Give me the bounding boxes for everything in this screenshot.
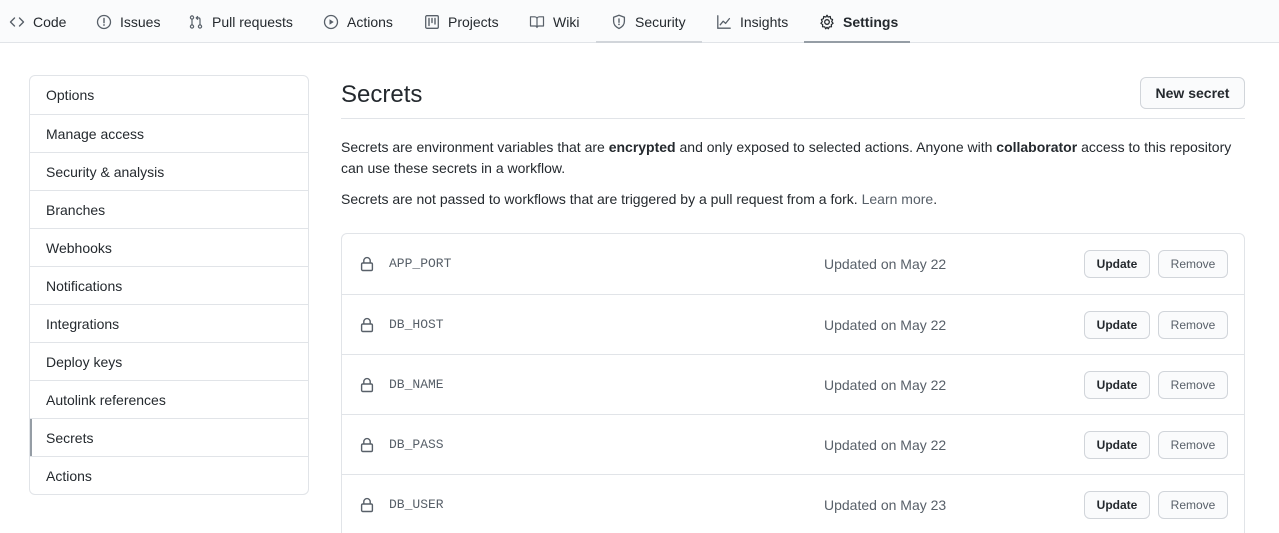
fork-note: Secrets are not passed to workflows that… bbox=[341, 189, 1251, 210]
sidebar-item-deploy-keys[interactable]: Deploy keys bbox=[30, 342, 308, 380]
tab-projects[interactable]: Projects bbox=[424, 0, 499, 43]
update-button[interactable]: Update bbox=[1084, 371, 1150, 399]
lock-icon bbox=[360, 437, 374, 453]
settings-tab-underline bbox=[804, 41, 910, 43]
sidebar-item-branches[interactable]: Branches bbox=[30, 190, 308, 228]
secrets-description: Secrets are environment variables that a… bbox=[341, 137, 1251, 179]
description-text-2: and only exposed to selected actions. An… bbox=[675, 139, 997, 155]
update-button[interactable]: Update bbox=[1084, 311, 1150, 339]
tab-projects-label: Projects bbox=[448, 13, 499, 30]
fork-note-text: Secrets are not passed to workflows that… bbox=[341, 191, 862, 207]
tab-actions[interactable]: Actions bbox=[323, 0, 393, 43]
lock-icon bbox=[360, 497, 374, 513]
update-button[interactable]: Update bbox=[1084, 491, 1150, 519]
git-pull-request-icon bbox=[188, 14, 204, 30]
description-encrypted: encrypted bbox=[608, 139, 676, 155]
tab-wiki-label: Wiki bbox=[553, 13, 580, 30]
gear-icon bbox=[819, 14, 835, 30]
project-icon bbox=[424, 14, 440, 30]
sidebar-item-webhooks[interactable]: Webhooks bbox=[30, 228, 308, 266]
remove-button[interactable]: Remove bbox=[1158, 311, 1228, 339]
secret-name: DB_USER bbox=[389, 497, 444, 512]
tab-wiki[interactable]: Wiki bbox=[529, 0, 579, 43]
tab-insights[interactable]: Insights bbox=[716, 0, 788, 43]
tab-insights-label: Insights bbox=[740, 13, 789, 30]
sidebar-item-options[interactable]: Options bbox=[30, 76, 308, 114]
secret-name: DB_HOST bbox=[389, 317, 444, 332]
security-tab-underline bbox=[596, 41, 702, 43]
tab-settings[interactable]: Settings bbox=[819, 0, 898, 43]
graph-icon bbox=[716, 14, 732, 30]
secret-updated: Updated on May 22 bbox=[824, 256, 947, 272]
secret-name: DB_NAME bbox=[389, 377, 444, 392]
tab-pull-requests[interactable]: Pull requests bbox=[188, 0, 293, 43]
secret-updated: Updated on May 22 bbox=[824, 317, 947, 333]
tab-settings-label: Settings bbox=[843, 13, 899, 30]
remove-button[interactable]: Remove bbox=[1158, 431, 1228, 459]
tab-issues-label: Issues bbox=[120, 13, 161, 30]
secret-row: DB_HOST Updated on May 22 Update Remove bbox=[342, 294, 1244, 354]
update-button[interactable]: Update bbox=[1084, 431, 1150, 459]
secret-updated: Updated on May 23 bbox=[824, 497, 947, 513]
remove-button[interactable]: Remove bbox=[1158, 250, 1228, 278]
remove-button[interactable]: Remove bbox=[1158, 491, 1228, 519]
sidebar-item-autolink-references[interactable]: Autolink references bbox=[30, 380, 308, 418]
secret-row: DB_NAME Updated on May 22 Update Remove bbox=[342, 354, 1244, 414]
learn-more-link[interactable]: Learn more bbox=[862, 191, 934, 207]
sidebar-item-notifications[interactable]: Notifications bbox=[30, 266, 308, 304]
lock-icon bbox=[360, 317, 374, 333]
sidebar-item-actions[interactable]: Actions bbox=[30, 456, 308, 494]
book-icon bbox=[529, 14, 545, 30]
tab-security[interactable]: Security bbox=[611, 0, 686, 43]
tab-code-label: Code bbox=[33, 13, 67, 30]
secret-name: DB_PASS bbox=[389, 437, 444, 452]
secret-name: APP_PORT bbox=[389, 256, 452, 271]
secret-updated: Updated on May 22 bbox=[824, 437, 947, 453]
code-icon bbox=[9, 14, 25, 30]
lock-icon bbox=[360, 256, 374, 272]
secrets-list: APP_PORT Updated on May 22 Update Remove… bbox=[341, 233, 1245, 533]
sidebar-item-secrets[interactable]: Secrets bbox=[30, 418, 308, 456]
description-collaborator: collaborator bbox=[996, 139, 1078, 155]
secret-row: DB_USER Updated on May 23 Update Remove bbox=[342, 474, 1244, 533]
repo-nav: Code Issues Pull requests Actions Projec… bbox=[0, 0, 1279, 43]
remove-button[interactable]: Remove bbox=[1158, 371, 1228, 399]
title-divider bbox=[341, 118, 1245, 119]
lock-icon bbox=[360, 377, 374, 393]
secret-updated: Updated on May 22 bbox=[824, 377, 947, 393]
secret-row: APP_PORT Updated on May 22 Update Remove bbox=[342, 234, 1244, 294]
fork-note-end: . bbox=[933, 191, 938, 207]
sidebar-item-manage-access[interactable]: Manage access bbox=[30, 114, 308, 152]
sidebar-item-security-analysis[interactable]: Security & analysis bbox=[30, 152, 308, 190]
sidebar-item-integrations[interactable]: Integrations bbox=[30, 304, 308, 342]
tab-code[interactable]: Code bbox=[9, 0, 66, 43]
play-icon bbox=[323, 14, 339, 30]
new-secret-button[interactable]: New secret bbox=[1140, 77, 1245, 109]
description-text-1: Secrets are environment variables that a… bbox=[341, 139, 609, 155]
secret-row: DB_PASS Updated on May 22 Update Remove bbox=[342, 414, 1244, 474]
tab-issues[interactable]: Issues bbox=[96, 0, 160, 43]
shield-icon bbox=[611, 14, 627, 30]
settings-sidebar: Options Manage access Security & analysi… bbox=[29, 75, 309, 495]
update-button[interactable]: Update bbox=[1084, 250, 1150, 278]
tab-actions-label: Actions bbox=[347, 13, 393, 30]
tab-security-label: Security bbox=[635, 13, 686, 30]
tab-pull-requests-label: Pull requests bbox=[212, 13, 293, 30]
page-title: Secrets bbox=[341, 81, 423, 108]
issue-opened-icon bbox=[96, 14, 112, 30]
